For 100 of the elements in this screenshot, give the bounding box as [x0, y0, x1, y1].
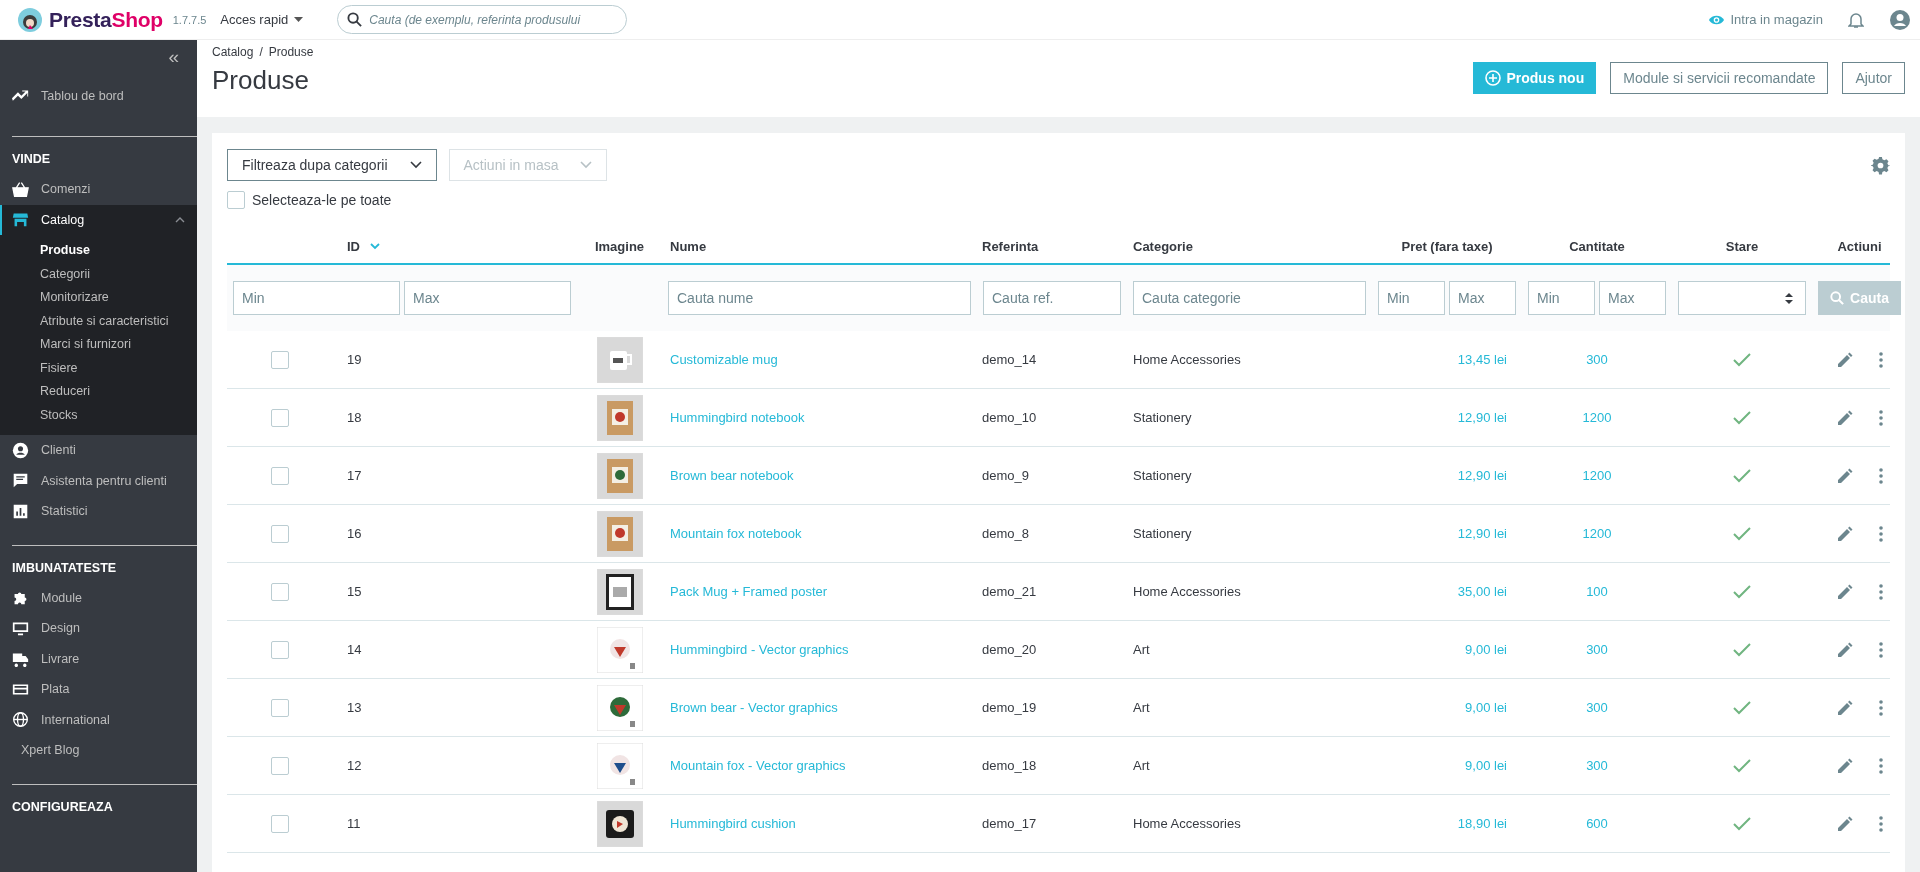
sort-icon [370, 242, 380, 250]
id-cell-text: 12 [346, 758, 363, 773]
nav-item[interactable]: Design [0, 613, 197, 644]
row-checkbox[interactable] [270, 350, 289, 369]
header-button[interactable]: Module si servicii recomandate [1610, 62, 1829, 94]
more-options-icon[interactable] [1878, 583, 1883, 600]
nav-item[interactable]: Plata [0, 674, 197, 705]
nav-subitem[interactable]: Categorii [0, 262, 197, 286]
header-button[interactable]: Ajutor [1842, 62, 1905, 94]
nav-item[interactable]: Module [0, 582, 197, 613]
bell-icon[interactable] [1848, 10, 1864, 29]
edit-icon[interactable] [1836, 583, 1853, 600]
quantity-cell-text: 600 [1585, 816, 1609, 831]
more-options-icon[interactable] [1878, 351, 1883, 368]
nav-item[interactable]: Comenzi [0, 174, 197, 205]
quick-access-dropdown[interactable]: Acces rapid [216, 12, 308, 27]
search-field[interactable]: Cauta (de exemplu, referinta produsului [337, 5, 628, 34]
plus-circle-icon [1485, 70, 1502, 86]
edit-icon[interactable] [1836, 351, 1853, 368]
nav-item[interactable]: Clienti [0, 435, 197, 466]
more-options-icon[interactable] [1878, 641, 1883, 658]
more-options-icon[interactable] [1878, 815, 1883, 832]
check-icon[interactable] [1733, 410, 1751, 425]
quantity-min-field[interactable]: Min [1528, 281, 1595, 315]
id-min-field[interactable]: Min [233, 281, 400, 315]
nav-item[interactable]: Catalog [0, 204, 197, 235]
nav-subitem[interactable]: Reduceri [0, 380, 197, 404]
breadcrumb-item: Produse [268, 45, 314, 59]
edit-icon[interactable] [1836, 467, 1853, 484]
nav-item[interactable]: Xpert Blog [0, 735, 197, 766]
more-options-icon[interactable] [1878, 467, 1883, 484]
row-checkbox[interactable] [270, 408, 289, 427]
price-min-field[interactable]: Min [1378, 281, 1445, 315]
nav-subitem[interactable]: Fisiere [0, 356, 197, 380]
category-cell-text: Art [1132, 700, 1151, 715]
nav-item[interactable]: Asistenta pentru clienti [0, 465, 197, 496]
column-header[interactable]: Cantitate [1522, 238, 1672, 254]
check-icon[interactable] [1733, 468, 1751, 483]
column-header[interactable]: Nume [662, 238, 977, 254]
check-icon[interactable] [1733, 526, 1751, 541]
breadcrumb-item[interactable]: Catalog [212, 45, 254, 59]
chevron-icon [409, 161, 422, 169]
id-max-field[interactable]: Max [404, 281, 571, 315]
column-header[interactable]: Pret (fara taxe) [1372, 238, 1522, 254]
edit-icon[interactable] [1836, 641, 1853, 658]
nav-item[interactable]: Tablou de bord [0, 74, 197, 118]
account-icon[interactable] [1890, 9, 1910, 30]
row-checkbox[interactable] [270, 698, 289, 717]
name-search-field[interactable]: Cauta nume [668, 281, 971, 315]
column-header[interactable]: Imagine [577, 238, 662, 254]
reference-cell-text: demo_10 [981, 410, 1038, 425]
edit-icon[interactable] [1836, 699, 1853, 716]
more-options-icon[interactable] [1878, 525, 1883, 542]
nav-subitem[interactable]: Produse [0, 239, 197, 263]
nav-subitem[interactable]: Stocks [0, 403, 197, 427]
column-header[interactable]: Stare [1672, 238, 1812, 254]
check-icon[interactable] [1733, 758, 1751, 773]
category-search-field[interactable]: Cauta categorie [1133, 281, 1366, 315]
category-filter-dropdown[interactable]: Filtreaza dupa categorii [227, 149, 437, 181]
edit-icon[interactable] [1836, 815, 1853, 832]
row-checkbox[interactable] [270, 466, 289, 485]
price-max-field[interactable]: Max [1449, 281, 1516, 315]
check-icon[interactable] [1733, 816, 1751, 831]
row-checkbox[interactable] [270, 814, 289, 833]
column-header[interactable]: ID [332, 238, 577, 254]
column-header[interactable]: Actiuni [1812, 238, 1905, 254]
nav-subitem[interactable]: Monitorizare [0, 286, 197, 310]
edit-icon[interactable] [1836, 525, 1853, 542]
row-checkbox[interactable] [270, 756, 289, 775]
collapse-button[interactable]: « [168, 48, 179, 74]
edit-icon[interactable] [1836, 757, 1853, 774]
select-all-checkbox[interactable]: Selecteaza-le pe toate [227, 191, 392, 209]
id-cell-text: 17 [346, 468, 363, 483]
settings-icon[interactable] [1871, 155, 1890, 175]
view-shop-link[interactable]: Intra in magazin [1707, 12, 1823, 27]
check-icon[interactable] [1733, 352, 1751, 367]
quantity-cell-text: 1200 [1581, 468, 1613, 483]
check-icon[interactable] [1733, 642, 1751, 657]
nav-subitem[interactable]: Marci si furnizori [0, 333, 197, 357]
check-icon[interactable] [1733, 700, 1751, 715]
check-icon[interactable] [1733, 584, 1751, 599]
reference-cell-text: demo_8 [981, 526, 1030, 541]
more-options-icon[interactable] [1878, 699, 1883, 716]
more-options-icon[interactable] [1878, 409, 1883, 426]
more-options-icon[interactable] [1878, 757, 1883, 774]
id-cell-text: 16 [346, 526, 363, 541]
nav-item[interactable]: Livrare [0, 643, 197, 674]
nav-subitem[interactable]: Atribute si caracteristici [0, 309, 197, 333]
row-checkbox[interactable] [270, 640, 289, 659]
column-header[interactable]: Categorie [1127, 238, 1372, 254]
id-cell-text: 15 [346, 584, 363, 599]
nav-item[interactable]: Statistici [0, 496, 197, 527]
row-checkbox[interactable] [270, 524, 289, 543]
quantity-max-field[interactable]: Max [1599, 281, 1666, 315]
column-header[interactable]: Referinta [977, 238, 1127, 254]
nav-item[interactable]: International [0, 704, 197, 735]
row-checkbox[interactable] [270, 582, 289, 601]
category-cell-text: Stationery [1132, 410, 1193, 425]
edit-icon[interactable] [1836, 409, 1853, 426]
reference-search-field[interactable]: Cauta ref. [983, 281, 1121, 315]
